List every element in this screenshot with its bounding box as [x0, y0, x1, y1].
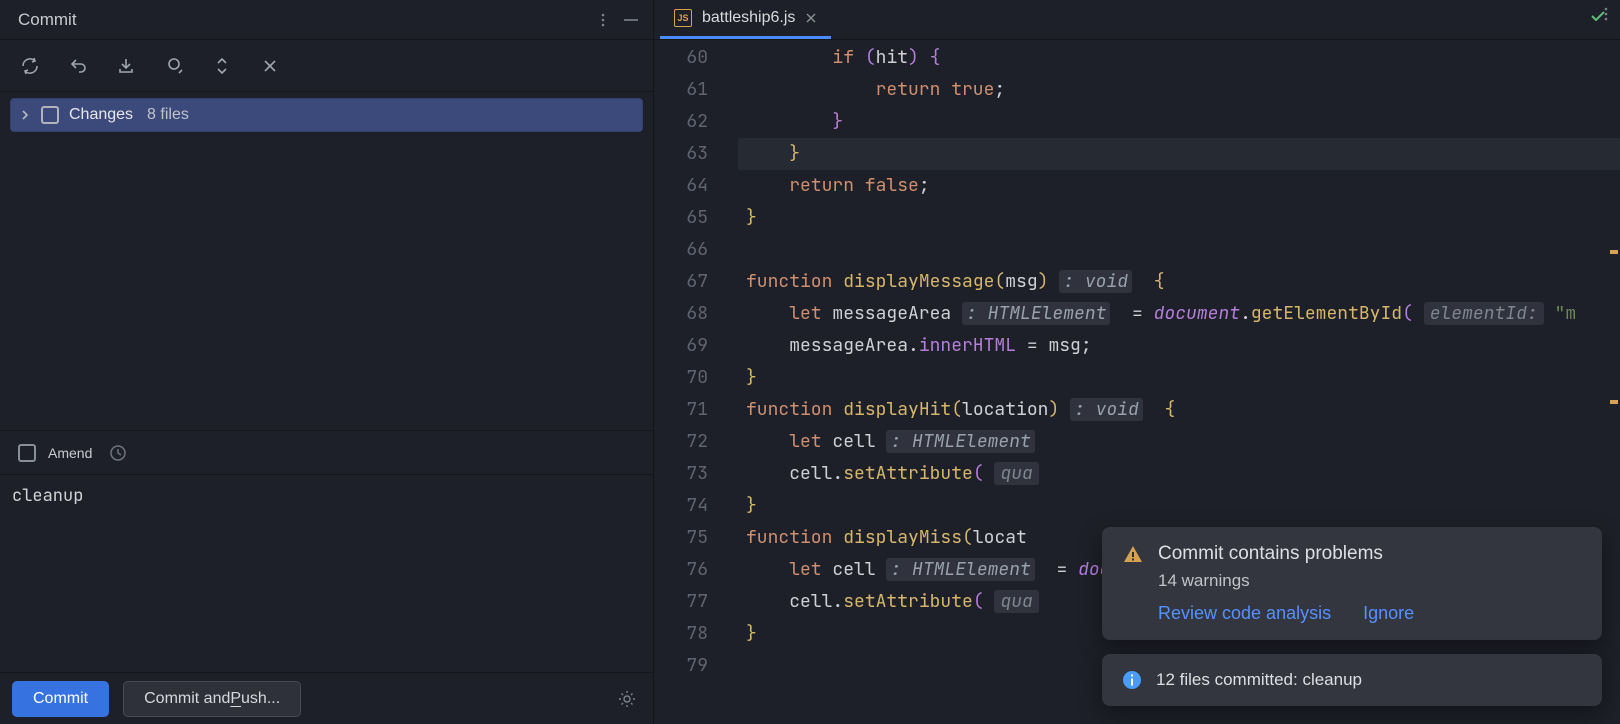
close-icon[interactable] — [805, 12, 817, 24]
refresh-icon[interactable] — [16, 52, 44, 80]
info-icon — [1122, 670, 1142, 690]
expand-icon[interactable] — [208, 52, 236, 80]
notification-info-text: 12 files committed: cleanup — [1156, 670, 1362, 690]
line-gutter: 6061626364656667686970717273747576777879 — [654, 40, 730, 724]
notification-info: 12 files committed: cleanup — [1102, 654, 1602, 706]
warning-icon — [1122, 543, 1144, 565]
js-file-icon: JS — [674, 9, 692, 27]
notification-warning: Commit contains problems 14 warnings Rev… — [1102, 527, 1602, 640]
changes-checkbox[interactable] — [41, 106, 59, 124]
commit-title: Commit — [18, 10, 77, 30]
more-icon[interactable] — [589, 6, 617, 34]
diff-icon[interactable] — [160, 52, 188, 80]
chevron-right-icon[interactable] — [19, 109, 31, 121]
review-code-analysis-link[interactable]: Review code analysis — [1158, 603, 1331, 624]
amend-checkbox[interactable] — [18, 444, 36, 462]
ignore-link[interactable]: Ignore — [1363, 603, 1414, 624]
commit-toolbar — [0, 40, 653, 92]
notification-title: Commit contains problems — [1158, 543, 1414, 565]
commit-and-push-button[interactable]: Commit and Push... — [123, 681, 301, 717]
history-icon[interactable] — [104, 439, 132, 467]
tab-battleship6[interactable]: JS battleship6.js — [660, 0, 831, 39]
inspection-ok-icon[interactable] — [1588, 6, 1608, 26]
changes-count: 8 files — [147, 106, 189, 124]
marker-stripe[interactable] — [1608, 40, 1620, 724]
commit-panel: Commit — [0, 0, 654, 724]
rollback-icon[interactable] — [64, 52, 92, 80]
editor-area: JS battleship6.js 6061626364656667686970… — [654, 0, 1620, 724]
tab-filename: battleship6.js — [702, 9, 795, 27]
commit-message-input[interactable]: cleanup — [0, 474, 653, 672]
gear-icon[interactable] — [613, 685, 641, 713]
changes-label: Changes — [69, 106, 133, 124]
changelist-icon[interactable] — [256, 52, 284, 80]
shelve-icon[interactable] — [112, 52, 140, 80]
changes-node[interactable]: Changes 8 files — [10, 98, 643, 132]
amend-label: Amend — [48, 445, 92, 461]
commit-button[interactable]: Commit — [12, 681, 109, 717]
minimize-icon[interactable] — [617, 6, 645, 34]
notification-subtitle: 14 warnings — [1158, 571, 1414, 591]
